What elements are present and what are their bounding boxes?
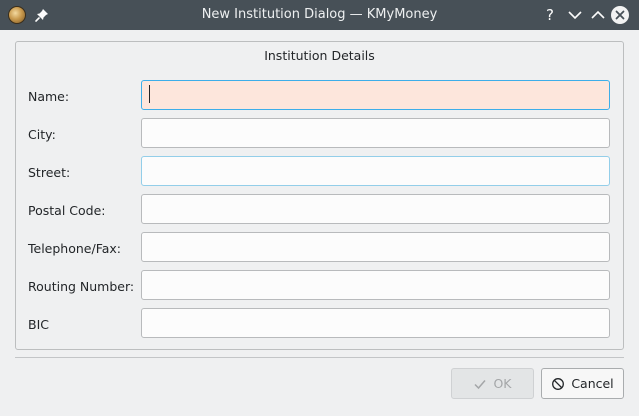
help-button[interactable]: ? — [540, 5, 560, 25]
close-icon — [615, 10, 625, 20]
chevron-down-icon[interactable] — [565, 5, 585, 25]
group-title: Institution Details — [264, 48, 375, 63]
button-divider — [15, 357, 624, 358]
institution-details-group: Institution Details Name: City: Street: … — [15, 41, 624, 350]
name-input[interactable] — [141, 80, 610, 110]
street-label: Street: — [28, 165, 71, 180]
postal-code-label: Postal Code: — [28, 203, 106, 218]
city-label: City: — [28, 127, 56, 142]
checkmark-icon — [474, 379, 487, 389]
routing-number-label: Routing Number: — [28, 279, 135, 294]
cancel-button[interactable]: Cancel — [541, 368, 624, 399]
name-label: Name: — [28, 89, 70, 104]
ok-button-label: OK — [493, 376, 512, 391]
postal-code-input[interactable] — [141, 194, 610, 224]
chevron-up-icon[interactable] — [588, 5, 608, 25]
ok-button[interactable]: OK — [451, 368, 534, 399]
bic-input[interactable] — [141, 308, 610, 338]
city-input[interactable] — [141, 118, 610, 148]
title-bar[interactable]: New Institution Dialog — KMyMoney ? — [0, 0, 639, 30]
dialog-window: New Institution Dialog — KMyMoney ? Inst… — [0, 0, 639, 416]
cancel-circle-icon — [552, 377, 565, 390]
routing-number-input[interactable] — [141, 270, 610, 300]
bic-label: BIC — [28, 317, 49, 332]
text-cursor — [149, 85, 150, 103]
street-input[interactable] — [141, 156, 610, 186]
telephone-input[interactable] — [141, 232, 610, 262]
cancel-button-label: Cancel — [571, 376, 614, 391]
telephone-label: Telephone/Fax: — [28, 241, 122, 256]
close-button[interactable] — [611, 6, 629, 24]
